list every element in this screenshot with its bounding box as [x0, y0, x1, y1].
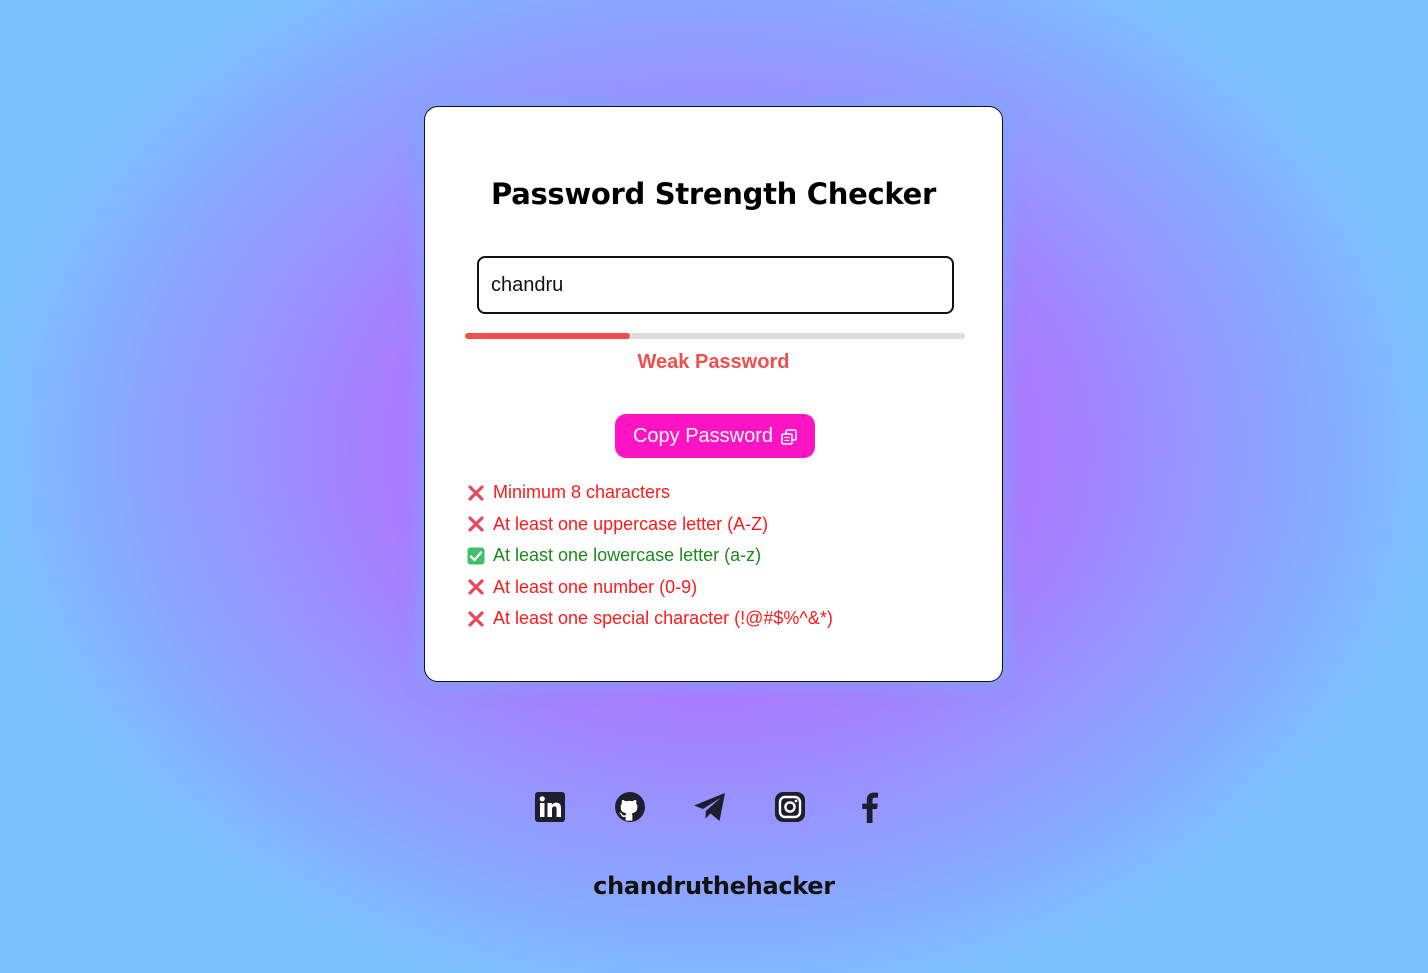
cross-mark-icon	[467, 515, 485, 533]
instagram-icon	[774, 791, 806, 828]
footer-author-name: chandruthehacker	[593, 872, 835, 900]
cross-mark-icon	[467, 484, 485, 502]
linkedin-icon	[534, 791, 566, 828]
requirement-min-length: Minimum 8 characters	[467, 477, 833, 509]
github-link[interactable]	[614, 790, 646, 828]
strength-meter-fill	[465, 333, 630, 339]
facebook-icon	[860, 791, 880, 828]
telegram-icon	[692, 791, 728, 828]
copy-icon	[781, 428, 797, 445]
cross-mark-icon	[467, 610, 485, 628]
requirement-special: At least one special character (!@#$%^&*…	[467, 603, 833, 635]
requirement-label: At least one special character (!@#$%^&*…	[493, 608, 833, 629]
requirement-label: At least one uppercase letter (A-Z)	[493, 513, 769, 534]
instagram-link[interactable]	[774, 790, 806, 828]
requirement-label: At least one number (0-9)	[493, 576, 698, 597]
check-mark-icon	[467, 547, 485, 565]
requirement-lowercase: At least one lowercase letter (a-z)	[467, 540, 833, 572]
password-input[interactable]	[477, 256, 954, 314]
password-checker-card: Password Strength Checker Weak Password …	[424, 106, 1003, 682]
requirement-number: At least one number (0-9)	[467, 572, 833, 604]
strength-meter	[465, 333, 965, 339]
copy-password-label: Copy Password	[632, 424, 774, 447]
requirement-uppercase: At least one uppercase letter (A-Z)	[467, 509, 833, 541]
telegram-link[interactable]	[694, 790, 726, 828]
cross-mark-icon	[467, 578, 485, 596]
linkedin-link[interactable]	[534, 790, 566, 828]
strength-label: Weak Password	[637, 351, 790, 373]
page-title: Password Strength Checker	[491, 177, 936, 211]
copy-password-button[interactable]: Copy Password	[615, 414, 815, 458]
facebook-link[interactable]	[854, 790, 886, 828]
social-links	[534, 790, 886, 828]
requirements-list: Minimum 8 characters At least one upperc…	[467, 477, 833, 635]
requirement-label: At least one lowercase letter (a-z)	[493, 545, 762, 566]
requirement-label: Minimum 8 characters	[493, 482, 671, 503]
github-icon	[613, 790, 647, 829]
